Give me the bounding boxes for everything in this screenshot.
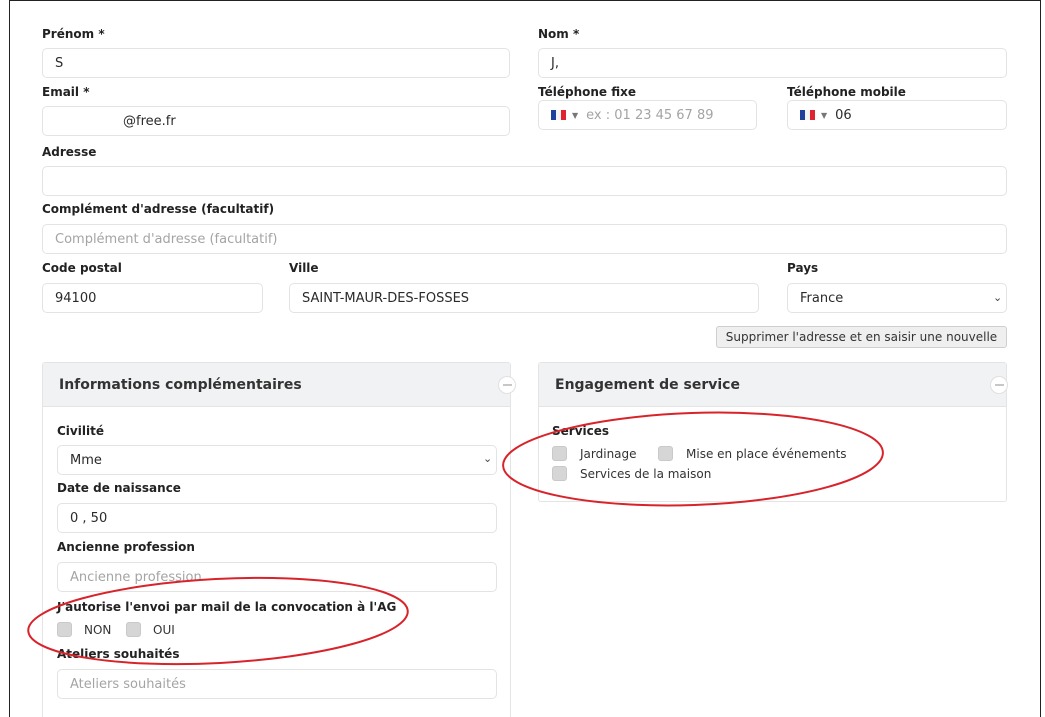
complement-label: Complément d'adresse (facultatif) <box>42 202 275 216</box>
evenements-checkbox[interactable] <box>658 446 673 461</box>
ville-input[interactable]: SAINT-MAUR-DES-FOSSES <box>289 283 759 313</box>
tel-mobile-input[interactable]: ▼ 06 <box>787 100 1007 130</box>
pays-value: France <box>800 290 844 306</box>
code-postal-label: Code postal <box>42 261 122 275</box>
collapse-icon[interactable] <box>498 376 516 394</box>
convocation-label: J'autorise l'envoi par mail de la convoc… <box>57 600 397 614</box>
civilite-select[interactable]: Mme <box>57 445 497 475</box>
ateliers-label: Ateliers souhaités <box>57 647 180 661</box>
pays-select[interactable]: France <box>787 283 1007 313</box>
nom-input[interactable]: J, <box>538 48 1007 78</box>
evenements-label: Mise en place événements <box>686 447 847 461</box>
code-postal-input[interactable]: 94100 <box>42 283 263 313</box>
civilite-value: Mme <box>70 452 102 468</box>
adresse-label: Adresse <box>42 145 97 159</box>
france-flag-icon[interactable] <box>800 110 815 120</box>
jardinage-checkbox[interactable] <box>552 446 567 461</box>
ville-label: Ville <box>289 261 319 275</box>
info-card-header: Informations complémentaires <box>43 363 510 407</box>
france-flag-icon[interactable] <box>551 110 566 120</box>
email-label: Email * <box>42 85 90 99</box>
convocation-non-checkbox[interactable] <box>57 622 72 637</box>
naissance-label: Date de naissance <box>57 481 181 495</box>
ville-value: SAINT-MAUR-DES-FOSSES <box>302 290 470 306</box>
chevron-down-icon[interactable]: ⌄ <box>483 452 492 465</box>
convocation-oui-label: OUI <box>153 623 175 637</box>
tel-fixe-input[interactable]: ▼ ex : 01 23 45 67 89 <box>538 100 757 130</box>
email-value: @free.fr <box>123 113 176 129</box>
convocation-non-label: NON <box>84 623 112 637</box>
complement-input[interactable]: Complément d'adresse (facultatif) <box>42 224 1007 254</box>
service-card-title: Engagement de service <box>555 377 740 393</box>
code-postal-value: 94100 <box>55 290 97 306</box>
collapse-icon[interactable] <box>990 376 1008 394</box>
nom-label: Nom * <box>538 27 580 41</box>
ateliers-input[interactable]: Ateliers souhaités <box>57 669 497 699</box>
profession-input[interactable]: Ancienne profession <box>57 562 497 592</box>
profession-label: Ancienne profession <box>57 540 195 554</box>
caret-down-icon[interactable]: ▼ <box>572 111 578 120</box>
naissance-input[interactable]: 0 , 50 <box>57 503 497 533</box>
maison-checkbox[interactable] <box>552 466 567 481</box>
reset-address-button[interactable]: Supprimer l'adresse et en saisir une nou… <box>716 326 1007 348</box>
civilite-label: Civilité <box>57 424 104 438</box>
tel-fixe-label: Téléphone fixe <box>538 85 636 99</box>
ateliers-placeholder: Ateliers souhaités <box>70 676 186 692</box>
pays-label: Pays <box>787 261 819 275</box>
naissance-value: 0 , 50 <box>70 510 108 526</box>
adresse-input[interactable] <box>42 166 1007 196</box>
nom-value: J, <box>551 55 559 71</box>
prenom-value: S <box>55 55 64 71</box>
tel-mobile-value: 06 <box>835 107 852 123</box>
jardinage-label: Jardinage <box>580 447 637 461</box>
tel-mobile-label: Téléphone mobile <box>787 85 906 99</box>
complement-placeholder: Complément d'adresse (facultatif) <box>55 231 278 247</box>
prenom-label: Prénom * <box>42 27 105 41</box>
maison-label: Services de la maison <box>580 467 712 481</box>
convocation-oui-checkbox[interactable] <box>126 622 141 637</box>
tel-fixe-placeholder: ex : 01 23 45 67 89 <box>586 107 714 123</box>
prenom-input[interactable]: S <box>42 48 510 78</box>
services-label: Services <box>552 424 610 438</box>
service-card-header: Engagement de service <box>539 363 1006 407</box>
caret-down-icon[interactable]: ▼ <box>821 111 827 120</box>
profession-placeholder: Ancienne profession <box>70 569 202 585</box>
email-input[interactable]: @free.fr <box>42 106 510 136</box>
info-card-title: Informations complémentaires <box>59 377 302 393</box>
chevron-down-icon[interactable]: ⌄ <box>993 291 1002 304</box>
